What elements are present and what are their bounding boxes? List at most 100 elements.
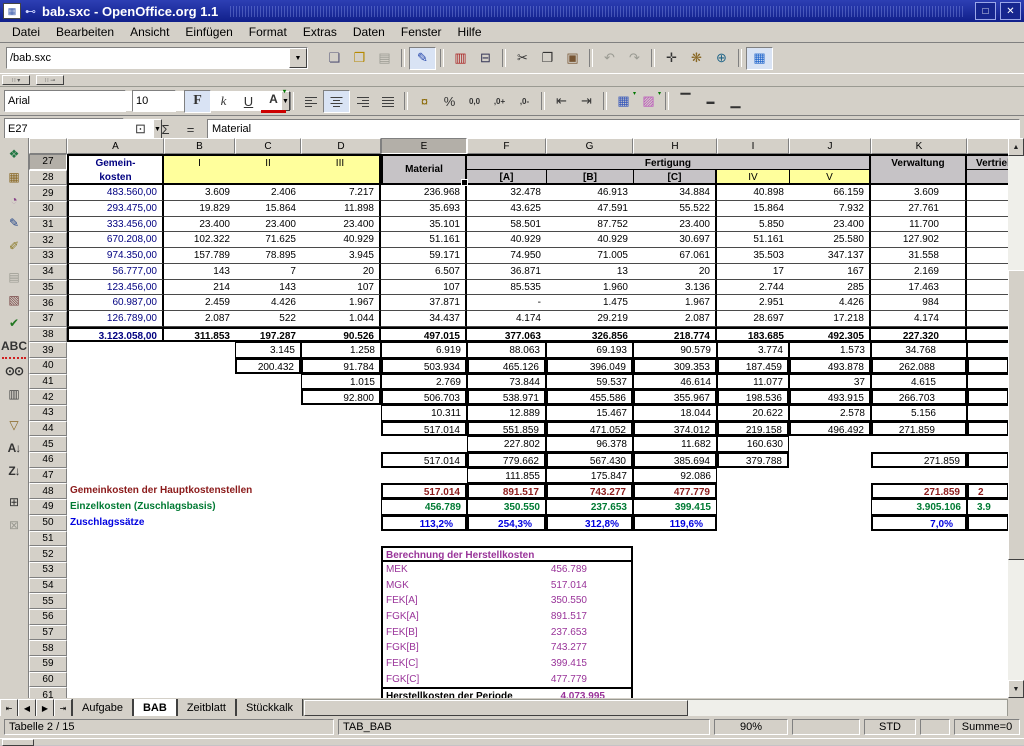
cell-H31[interactable]: 23.400 bbox=[633, 217, 717, 233]
insert-cells-icon[interactable]: ▦ bbox=[2, 165, 26, 188]
cell-J35[interactable]: 285 bbox=[789, 280, 871, 296]
cell-E43[interactable]: 10.311 bbox=[381, 405, 467, 421]
cell-K58[interactable] bbox=[871, 640, 967, 656]
row-header-32[interactable]: 32 bbox=[29, 232, 67, 248]
cell-H48[interactable]: 477.779 bbox=[633, 483, 717, 499]
row-header-51[interactable]: 51 bbox=[29, 531, 67, 547]
cell-F50[interactable]: 254,3% bbox=[467, 515, 546, 531]
cell-C42[interactable] bbox=[235, 389, 301, 405]
cell-I30[interactable]: 15.864 bbox=[717, 201, 789, 217]
cell-A56[interactable] bbox=[67, 609, 164, 625]
cell-D55[interactable] bbox=[301, 593, 381, 609]
horizontal-scrollbar[interactable] bbox=[303, 699, 1008, 717]
cell-A48[interactable]: Gemeinkosten der Hauptkostenstellen bbox=[67, 483, 381, 499]
last-sheet-button[interactable]: ⇥ bbox=[54, 699, 72, 717]
cell-B30[interactable]: 19.829 bbox=[164, 201, 235, 217]
column-header-E[interactable]: E bbox=[381, 138, 467, 154]
cell-E55[interactable]: FEK[A]350.550 bbox=[381, 593, 633, 609]
cell-A51[interactable] bbox=[67, 531, 164, 547]
cell-G41[interactable]: 59.537 bbox=[546, 374, 633, 390]
cell-L54[interactable] bbox=[967, 578, 1008, 594]
cell-K51[interactable] bbox=[871, 531, 967, 547]
row-header-45[interactable]: 45 bbox=[29, 436, 67, 452]
sum-icon[interactable]: Σ bbox=[153, 119, 178, 140]
cell-I51[interactable] bbox=[717, 531, 789, 547]
cell-C29[interactable]: 2.406 bbox=[235, 185, 301, 201]
cell-E57[interactable]: FEK[B]237.653 bbox=[381, 625, 633, 641]
cell-L31[interactable] bbox=[967, 217, 1008, 233]
cell-H57[interactable] bbox=[633, 625, 717, 641]
column-header-D[interactable]: D bbox=[301, 138, 381, 154]
add-decimal-button[interactable]: ,0+ bbox=[487, 91, 512, 112]
row-header-43[interactable]: 43 bbox=[29, 405, 67, 421]
navigator-icon[interactable]: ✛ bbox=[659, 48, 684, 69]
cell-E56[interactable]: FGK[A]891.517 bbox=[381, 609, 633, 625]
cell-I29[interactable]: 40.898 bbox=[717, 185, 789, 201]
borders-button[interactable]: ▦▾ bbox=[611, 91, 636, 112]
cell-L40[interactable] bbox=[967, 358, 1008, 374]
row-header-55[interactable]: 55 bbox=[29, 593, 67, 609]
cell-reference-box[interactable]: ▼ bbox=[4, 118, 124, 140]
cell-L34[interactable] bbox=[967, 264, 1008, 280]
autofilter-icon[interactable]: ▽ bbox=[2, 413, 26, 436]
cell-L45[interactable] bbox=[967, 436, 1008, 452]
new-document-icon[interactable]: ❏ bbox=[322, 48, 347, 69]
cell-C52[interactable] bbox=[235, 546, 301, 562]
cell-C27[interactable]: II bbox=[235, 154, 301, 170]
cell-D58[interactable] bbox=[301, 640, 381, 656]
cell-L30[interactable] bbox=[967, 201, 1008, 217]
cell-C44[interactable] bbox=[235, 421, 301, 437]
pin-icon[interactable]: ⊷ bbox=[25, 5, 36, 18]
cell-L28[interactable] bbox=[967, 170, 1008, 186]
cell-E50[interactable]: 113,2% bbox=[381, 515, 467, 531]
cell-I53[interactable] bbox=[717, 562, 789, 578]
menu-datei[interactable]: Datei bbox=[4, 23, 48, 41]
cell-E61[interactable]: Herstellkosten der Periode4.073.995 bbox=[381, 687, 633, 698]
font-color-button[interactable]: A▾ bbox=[261, 89, 286, 113]
cell-J44[interactable]: 496.492 bbox=[789, 421, 871, 437]
currency-format-button[interactable]: ¤ bbox=[412, 91, 437, 112]
cell-B34[interactable]: 143 bbox=[164, 264, 235, 280]
cell-E51[interactable] bbox=[381, 531, 467, 547]
cell-K52[interactable] bbox=[871, 546, 967, 562]
column-header-J[interactable]: J bbox=[789, 138, 871, 154]
copy-icon[interactable]: ❐ bbox=[535, 48, 560, 69]
cell-J46[interactable] bbox=[789, 452, 871, 468]
cell-I41[interactable]: 11.077 bbox=[717, 374, 789, 390]
cell-H54[interactable] bbox=[633, 578, 717, 594]
row-header-49[interactable]: 49 bbox=[29, 499, 67, 515]
cell-H29[interactable]: 34.884 bbox=[633, 185, 717, 201]
cell-H49[interactable]: 399.415 bbox=[633, 499, 717, 515]
cell-I35[interactable]: 2.744 bbox=[717, 280, 789, 296]
cell-I47[interactable] bbox=[717, 468, 789, 484]
row-header-50[interactable]: 50 bbox=[29, 515, 67, 531]
cell-A42[interactable] bbox=[67, 389, 164, 405]
cell-L36[interactable] bbox=[967, 295, 1008, 311]
cell-C38[interactable]: 197.287 bbox=[235, 327, 301, 343]
cell-B31[interactable]: 23.400 bbox=[164, 217, 235, 233]
cell-B36[interactable]: 2.459 bbox=[164, 295, 235, 311]
cell-K27[interactable]: Verwaltung bbox=[871, 154, 967, 170]
cell-G48[interactable]: 743.277 bbox=[546, 483, 633, 499]
cell-B37[interactable]: 2.087 bbox=[164, 311, 235, 327]
cell-K32[interactable]: 127.902 bbox=[871, 232, 967, 248]
cell-C39[interactable]: 3.145 bbox=[235, 342, 301, 358]
cell-D45[interactable] bbox=[301, 436, 381, 452]
cell-K56[interactable] bbox=[871, 609, 967, 625]
cell-K29[interactable]: 3.609 bbox=[871, 185, 967, 201]
cell-J52[interactable] bbox=[789, 546, 871, 562]
paste-icon[interactable]: ▣ bbox=[560, 48, 585, 69]
stylist-icon[interactable]: ❋ bbox=[684, 48, 709, 69]
cell-K33[interactable]: 31.558 bbox=[871, 248, 967, 264]
font-name-input[interactable] bbox=[5, 91, 153, 111]
cell-H32[interactable]: 30.697 bbox=[633, 232, 717, 248]
cell-B27[interactable]: I bbox=[164, 154, 235, 170]
cell-A27[interactable]: Gemein- bbox=[67, 154, 164, 170]
cell-A41[interactable] bbox=[67, 374, 164, 390]
cell-A46[interactable] bbox=[67, 452, 164, 468]
cell-C47[interactable] bbox=[235, 468, 301, 484]
cell-F49[interactable]: 350.550 bbox=[467, 499, 546, 515]
cell-L39[interactable] bbox=[967, 342, 1008, 358]
select-all-corner[interactable] bbox=[29, 138, 67, 154]
italic-button[interactable]: k bbox=[211, 91, 236, 112]
